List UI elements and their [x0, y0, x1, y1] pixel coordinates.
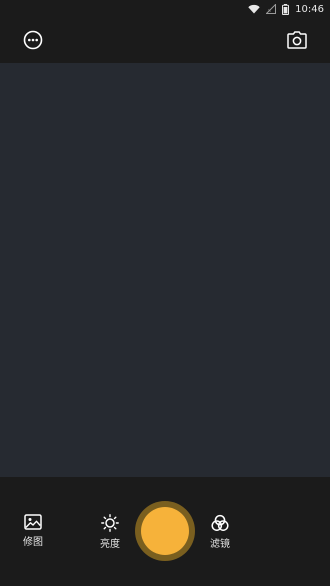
edit-photo-label: 修图	[23, 537, 43, 548]
brightness-icon	[101, 514, 119, 532]
edit-photo-button[interactable]: 修图	[13, 514, 53, 548]
shutter-inner	[141, 507, 189, 555]
camera-switch-button[interactable]	[283, 28, 311, 56]
signal-icon	[266, 4, 277, 14]
top-bar	[0, 18, 330, 63]
brightness-label: 亮度	[100, 539, 120, 550]
filter-label: 滤镜	[210, 539, 230, 550]
image-edit-icon	[24, 514, 42, 530]
status-time: 10:46	[295, 3, 324, 15]
more-icon	[23, 30, 43, 54]
filter-icon	[211, 514, 229, 532]
wifi-icon	[248, 4, 260, 14]
camera-viewfinder[interactable]	[0, 63, 330, 477]
camera-switch-icon	[287, 31, 307, 53]
more-button[interactable]	[19, 28, 47, 56]
shutter-button[interactable]	[135, 501, 195, 561]
bottom-toolbar: 修图 亮度 滤镜	[0, 477, 330, 586]
brightness-button[interactable]: 亮度	[90, 514, 130, 550]
status-bar: 10:46	[0, 0, 330, 18]
battery-icon	[282, 3, 290, 15]
status-icons: 10:46	[248, 1, 324, 17]
filter-button[interactable]: 滤镜	[200, 514, 240, 550]
camera-screen: 10:46 修图 亮度 滤镜	[0, 0, 330, 586]
